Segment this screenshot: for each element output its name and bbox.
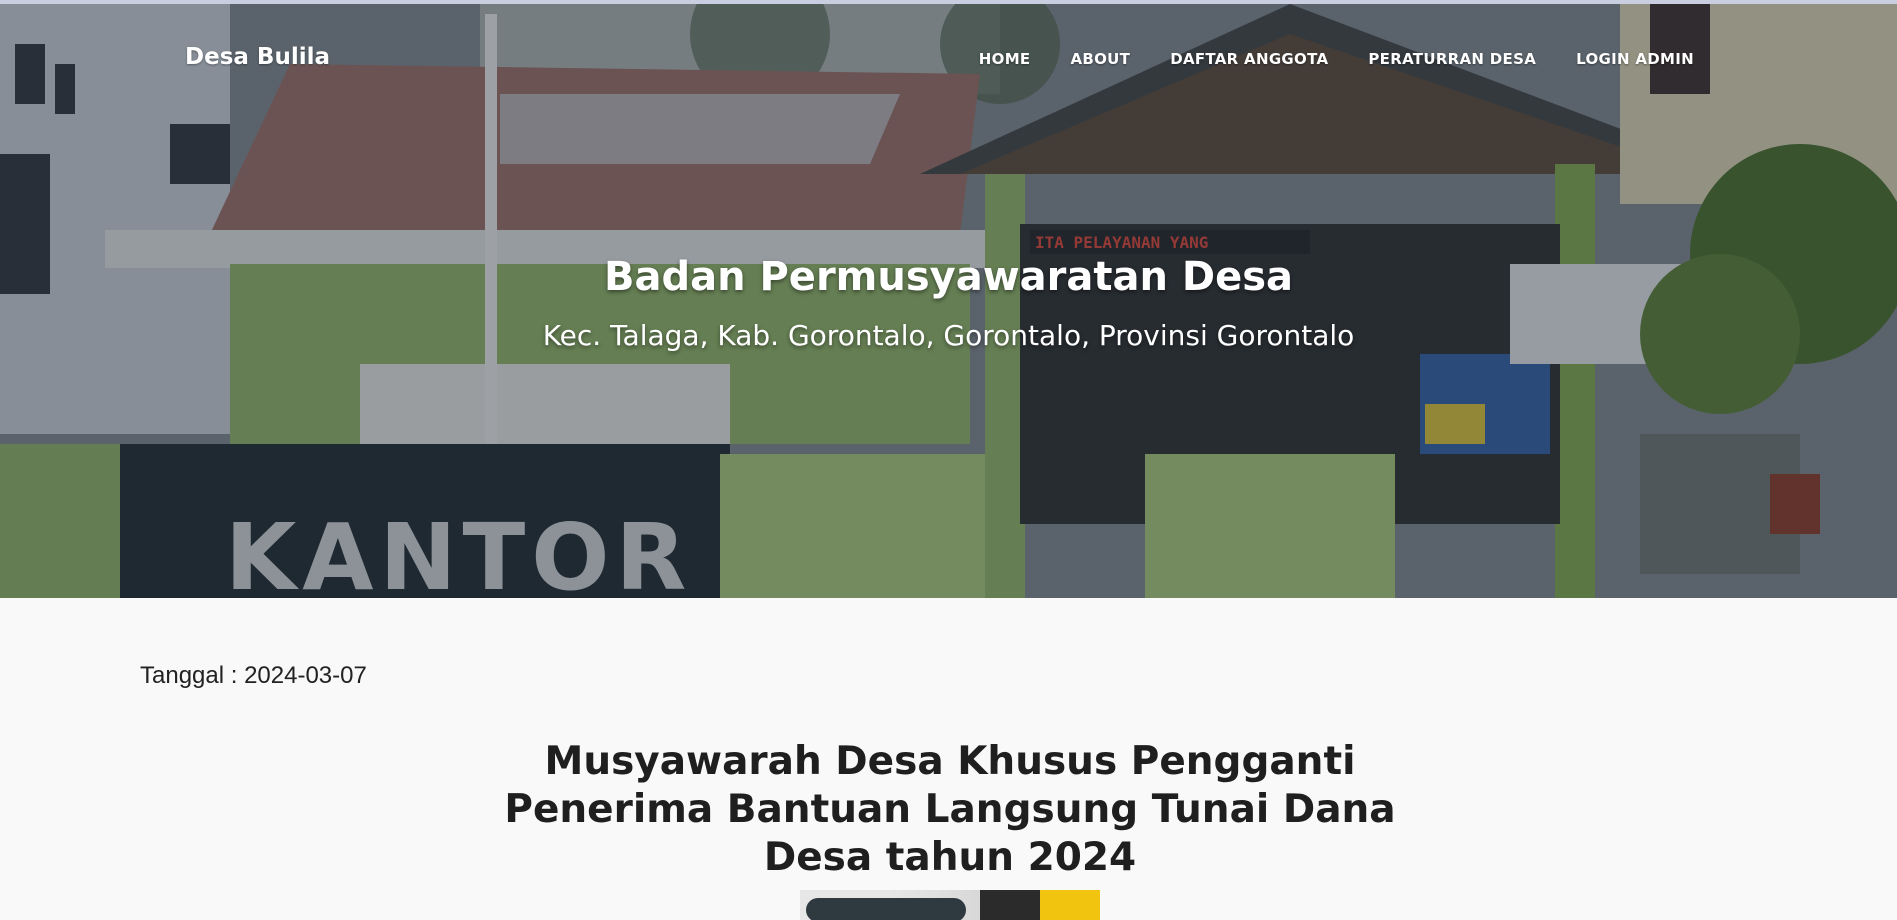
nav-link-login-admin[interactable]: LOGIN ADMIN	[1576, 50, 1694, 68]
brand-link[interactable]: Desa Bulila	[185, 44, 330, 70]
post-content: Tanggal : 2024-03-07 Musyawarah Desa Khu…	[0, 598, 1897, 920]
hero-title: Badan Permusyawaratan Desa	[603, 254, 1294, 300]
nav-link-about[interactable]: ABOUT	[1070, 50, 1130, 68]
top-navbar: Desa Bulila HOME ABOUT DAFTAR ANGGOTA PE…	[0, 4, 1897, 108]
nav-link-daftar-anggota[interactable]: DAFTAR ANGGOTA	[1170, 50, 1328, 68]
post-image-badge	[806, 898, 966, 920]
post-image	[800, 890, 1100, 920]
post-title: Musyawarah Desa Khusus Pengganti Penerim…	[504, 739, 1396, 880]
hero-subtitle: Kec. Talaga, Kab. Gorontalo, Gorontalo, …	[542, 319, 1355, 352]
nav-item-about: ABOUT	[1070, 50, 1130, 69]
nav-item-login-admin: LOGIN ADMIN	[1576, 50, 1694, 69]
nav-link-peraturan-desa[interactable]: PERATURRAN DESA	[1368, 50, 1536, 68]
post-date: Tanggal : 2024-03-07	[140, 662, 367, 689]
nav-menu: HOME ABOUT DAFTAR ANGGOTA PERATURRAN DES…	[979, 50, 1694, 69]
hero-banner: KANTOR ITA PELAYANAN YANG Desa Bulila HO…	[0, 4, 1897, 598]
nav-item-daftar-anggota: DAFTAR ANGGOTA	[1170, 50, 1328, 69]
nav-item-home: HOME	[979, 50, 1031, 69]
nav-link-home[interactable]: HOME	[979, 50, 1031, 68]
nav-item-peraturan-desa: PERATURRAN DESA	[1368, 50, 1536, 69]
